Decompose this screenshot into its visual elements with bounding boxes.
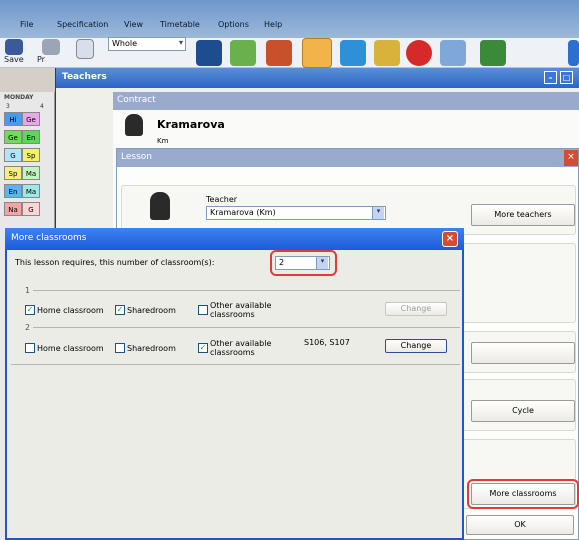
save-label[interactable]: Save bbox=[4, 55, 24, 64]
timetable-cell[interactable]: Hi bbox=[4, 112, 22, 126]
lesson-header: Lesson bbox=[117, 149, 578, 167]
row-2-home-label: Home classroom bbox=[37, 344, 104, 353]
book-icon[interactable] bbox=[196, 40, 222, 66]
teachers-window-title: Teachers – □ bbox=[56, 68, 579, 88]
row-1-other-label-1: Other available bbox=[210, 301, 272, 310]
teacher-avatar-icon bbox=[150, 192, 170, 220]
row-2-sharedroom-label: Sharedroom bbox=[127, 344, 176, 353]
menu-view[interactable]: View bbox=[124, 20, 143, 29]
row-2-sharedroom-checkbox[interactable] bbox=[115, 343, 125, 353]
close-icon[interactable]: × bbox=[442, 231, 458, 247]
menu-bar: File Specification View Timetable Option… bbox=[0, 0, 579, 38]
preview-icon[interactable] bbox=[76, 39, 94, 59]
print-icon[interactable] bbox=[42, 39, 60, 55]
stack-icon[interactable] bbox=[374, 40, 400, 66]
contract-header: Contract bbox=[113, 92, 579, 110]
menu-file[interactable]: File bbox=[20, 20, 33, 29]
classroom-icon[interactable] bbox=[266, 40, 292, 66]
period-4: 4 bbox=[40, 103, 44, 110]
classroom-count-highlight bbox=[270, 250, 337, 276]
row-2-divider bbox=[33, 327, 460, 328]
row-1-sharedroom-label: Sharedroom bbox=[127, 306, 176, 315]
timetable-cell[interactable]: En bbox=[22, 130, 40, 144]
menu-specification[interactable]: Specification bbox=[57, 20, 108, 29]
more-classrooms-highlight bbox=[467, 479, 579, 509]
menu-help[interactable]: Help bbox=[264, 20, 282, 29]
row-2-index: 2 bbox=[25, 323, 31, 332]
row-1-sharedroom-checkbox[interactable]: ✓ bbox=[115, 305, 125, 315]
timetable-cell[interactable]: Ma bbox=[22, 166, 40, 180]
chevron-down-icon: ▾ bbox=[178, 38, 183, 47]
timetable-cell[interactable]: G bbox=[4, 148, 22, 162]
ok-button[interactable]: OK bbox=[466, 515, 574, 535]
save-icon[interactable] bbox=[5, 39, 23, 55]
row-2-other-label-2: classrooms bbox=[210, 348, 255, 357]
timetable-cell[interactable]: Na bbox=[4, 202, 22, 216]
globe-icon[interactable] bbox=[568, 40, 579, 66]
teacher-name: Kramarova bbox=[157, 118, 225, 131]
day-label: MONDAY bbox=[4, 94, 34, 101]
row-2-other-label-1: Other available bbox=[210, 339, 272, 348]
timetable-cell[interactable]: Sp bbox=[22, 148, 40, 162]
classroom-count-prompt: This lesson requires, this number of cla… bbox=[15, 258, 215, 267]
row-2-home-checkbox[interactable] bbox=[25, 343, 35, 353]
print-label[interactable]: Pr bbox=[37, 55, 45, 64]
maximize-icon[interactable]: □ bbox=[560, 71, 573, 84]
teacher-select-value: Kramarova (Km) bbox=[210, 208, 276, 217]
alarm-icon[interactable] bbox=[406, 40, 432, 66]
timetable-cell[interactable]: Sp bbox=[4, 166, 22, 180]
menu-timetable[interactable]: Timetable bbox=[160, 20, 200, 29]
period-3: 3 bbox=[6, 103, 10, 110]
row-2-rooms: S106, S107 bbox=[304, 338, 350, 347]
lesson-close-icon[interactable]: × bbox=[564, 150, 578, 166]
cycle-button[interactable]: Cycle bbox=[471, 400, 575, 422]
row-1-home-checkbox[interactable]: ✓ bbox=[25, 305, 35, 315]
row-1-divider bbox=[33, 290, 460, 291]
students-icon[interactable] bbox=[230, 40, 256, 66]
dialog-title-text: More classrooms bbox=[11, 233, 87, 243]
subjects-icon[interactable] bbox=[340, 40, 366, 66]
lesson-button-3[interactable] bbox=[471, 342, 575, 364]
teacher-label: Teacher bbox=[206, 195, 238, 204]
timetable-cell[interactable]: En bbox=[4, 184, 22, 198]
teacher-avatar-icon bbox=[125, 114, 143, 136]
teacher-short: Km bbox=[157, 137, 169, 145]
timetable-cell[interactable]: Ge bbox=[4, 130, 22, 144]
chevron-down-icon: ▾ bbox=[372, 207, 384, 219]
row-2-change-button[interactable]: Change bbox=[385, 339, 447, 353]
timetable-cell[interactable]: Ge bbox=[22, 112, 40, 126]
row-2-other-checkbox[interactable]: ✓ bbox=[198, 343, 208, 353]
teacher-icon[interactable] bbox=[302, 38, 332, 68]
minimize-icon[interactable]: – bbox=[544, 71, 557, 84]
view-combo[interactable]: Whole ▾ bbox=[108, 37, 186, 51]
timetable-cell[interactable]: G bbox=[22, 202, 40, 216]
blackboard-icon[interactable] bbox=[480, 40, 506, 66]
row-1-index: 1 bbox=[25, 286, 31, 295]
dialog-title: More classrooms bbox=[5, 228, 464, 250]
menu-options[interactable]: Options bbox=[218, 20, 249, 29]
teacher-select[interactable]: Kramarova (Km) ▾ bbox=[206, 206, 386, 220]
row-1-other-label-2: classrooms bbox=[210, 310, 255, 319]
timetable-cell[interactable]: Ma bbox=[22, 184, 40, 198]
view-combo-value: Whole bbox=[112, 39, 138, 48]
check-icon[interactable] bbox=[440, 40, 466, 66]
teachers-title-text: Teachers bbox=[62, 72, 107, 82]
more-classrooms-dialog: More classrooms × This lesson requires, … bbox=[5, 228, 464, 540]
row-1-change-button[interactable]: Change bbox=[385, 302, 447, 316]
rows-bottom-divider bbox=[11, 364, 460, 365]
row-1-home-label: Home classroom bbox=[37, 306, 104, 315]
more-teachers-button[interactable]: More teachers bbox=[471, 204, 575, 226]
row-1-other-checkbox[interactable] bbox=[198, 305, 208, 315]
toolbar: Save Pr bbox=[0, 38, 579, 68]
